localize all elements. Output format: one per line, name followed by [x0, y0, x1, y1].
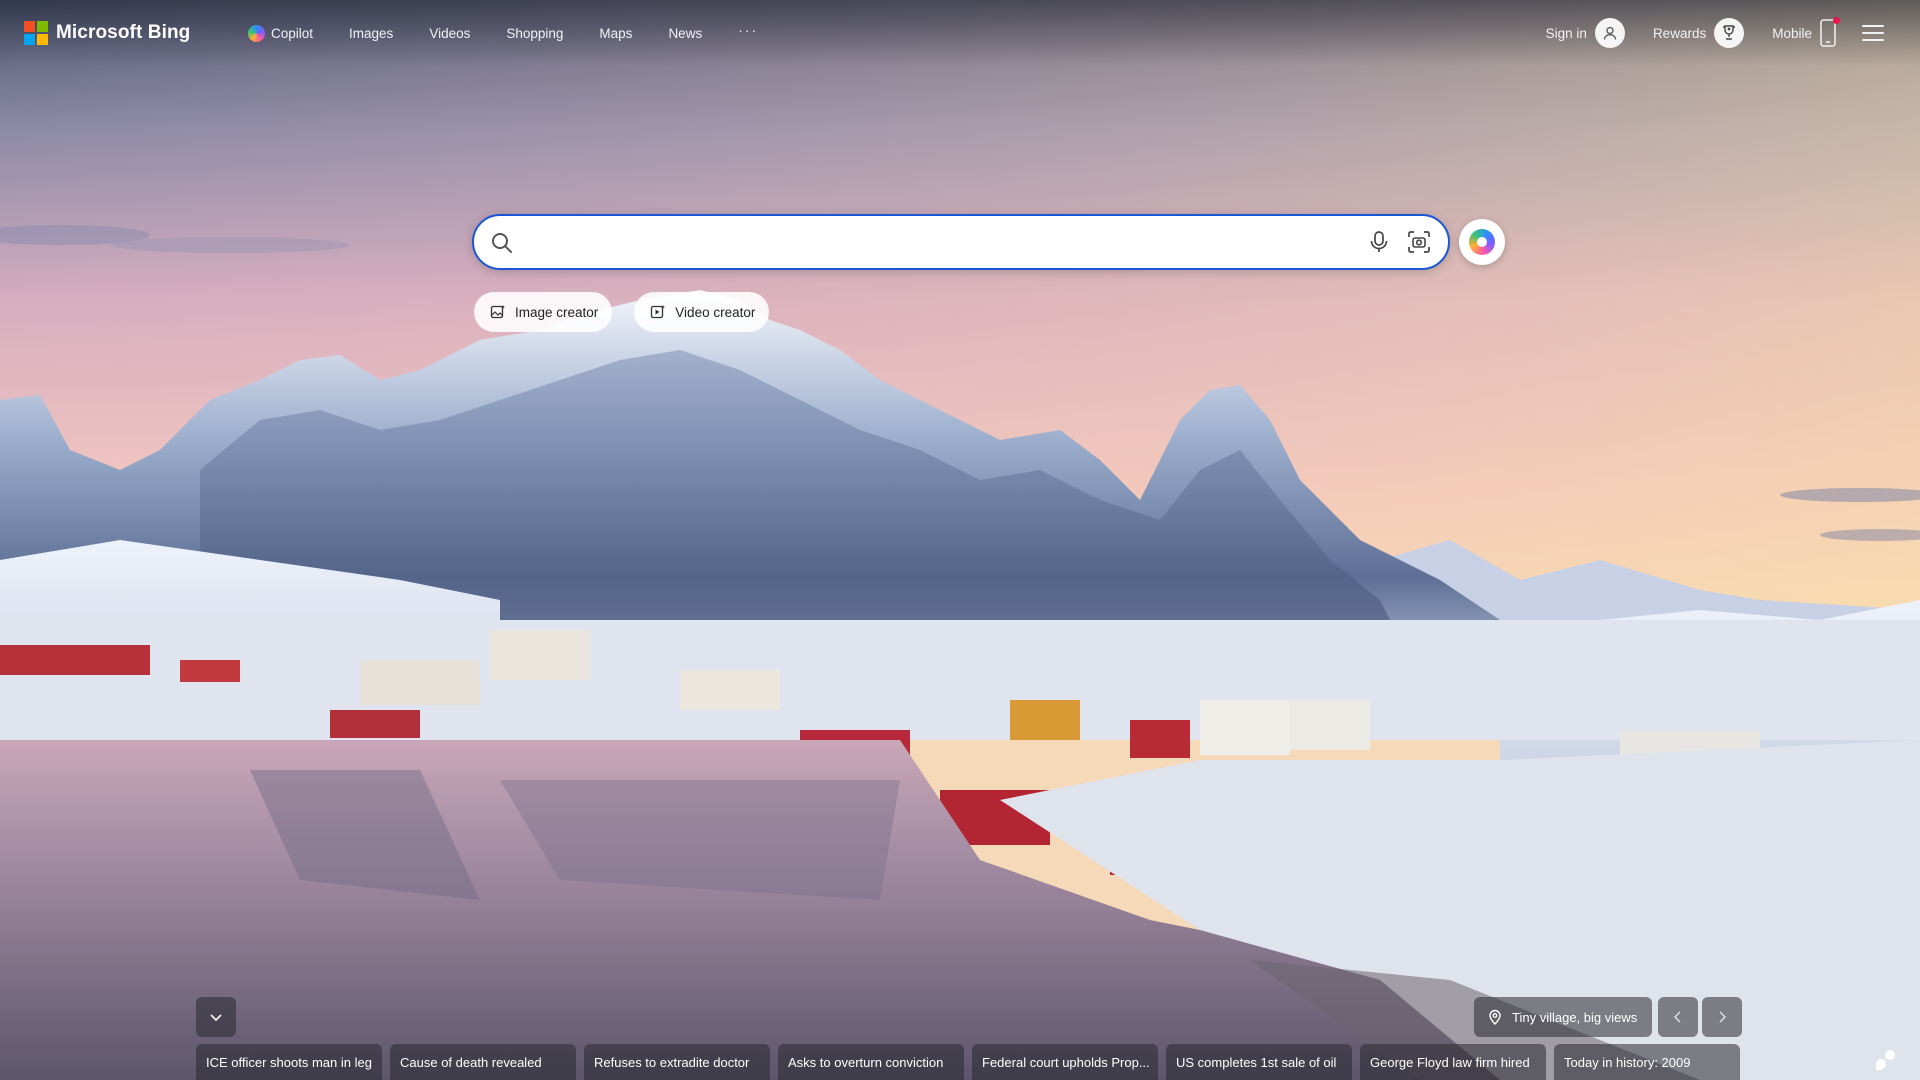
nav-images[interactable]: Images	[349, 22, 393, 44]
copilot-icon	[248, 24, 265, 42]
copilot-button[interactable]	[1459, 219, 1505, 265]
image-creator-icon	[490, 305, 505, 319]
nav-videos[interactable]: Videos	[429, 22, 470, 44]
logo-blue-square	[24, 34, 35, 45]
nav-shopping-label: Shopping	[506, 25, 564, 41]
user-avatar-icon	[1594, 18, 1625, 48]
logo-yellow-square	[37, 34, 48, 45]
microphone-icon[interactable]	[1366, 229, 1392, 255]
news-item[interactable]: Cause of death revealed	[390, 1044, 576, 1080]
menu-icon[interactable]	[1862, 25, 1884, 41]
rewards-trophy-icon	[1714, 18, 1745, 48]
news-strip: ICE officer shoots man in leg Cause of d…	[196, 1044, 1740, 1080]
sign-in-button[interactable]: Sign in	[1546, 18, 1625, 48]
video-creator-icon	[651, 305, 666, 319]
image-creator-button[interactable]: Image creator	[474, 292, 613, 332]
phone-icon	[1820, 17, 1840, 47]
nav-copilot-label: Copilot	[271, 25, 314, 41]
account-nav: Sign in Rewards Mobile	[1518, 16, 1884, 50]
top-bar: Microsoft Bing Copilot Images Videos Sho…	[0, 0, 1920, 66]
rewards-button[interactable]: Rewards	[1652, 18, 1745, 48]
mobile-button[interactable]: Mobile	[1772, 17, 1840, 47]
nav-maps-label: Maps	[599, 25, 633, 41]
expand-feed-button[interactable]	[196, 997, 236, 1037]
search-icon	[492, 233, 512, 253]
news-item[interactable]: Today in history: 2009	[1554, 1044, 1740, 1080]
news-item[interactable]: George Floyd law firm hired	[1360, 1044, 1546, 1080]
chevron-right-icon	[1719, 1011, 1727, 1023]
nav-videos-label: Videos	[429, 25, 471, 41]
news-item[interactable]: Asks to overturn conviction	[778, 1044, 964, 1080]
news-item[interactable]: US completes 1st sale of oil	[1166, 1044, 1352, 1080]
notification-dot	[1833, 17, 1840, 24]
main-nav: Copilot Images Videos Shopping Maps News…	[248, 22, 758, 44]
search-box[interactable]	[472, 214, 1450, 270]
nav-shopping[interactable]: Shopping	[506, 22, 563, 44]
image-info-button[interactable]: Tiny village, big views	[1474, 997, 1652, 1037]
chevron-left-icon	[1673, 1011, 1681, 1023]
logo-green-square	[37, 21, 48, 32]
logo-red-square	[24, 21, 35, 32]
creator-chips: Image creator Video creator	[474, 292, 770, 332]
copilot-logo-icon	[1469, 229, 1495, 255]
news-item[interactable]: Refuses to extradite doctor	[584, 1044, 770, 1080]
menu-icon-line-1	[1862, 25, 1884, 27]
brand-name: Microsoft Bing	[56, 22, 191, 43]
sign-in-label: Sign in	[1545, 25, 1587, 41]
menu-icon-line-3	[1862, 39, 1884, 41]
microsoft-logo-icon	[24, 21, 48, 45]
location-pin-icon	[1489, 1009, 1501, 1025]
nav-news-label: News	[668, 25, 703, 41]
chevron-down-icon	[210, 1014, 222, 1022]
video-creator-label: Video creator	[675, 304, 756, 320]
mobile-label: Mobile	[1772, 25, 1812, 41]
next-image-button[interactable]	[1702, 997, 1742, 1037]
rewards-label: Rewards	[1652, 25, 1707, 41]
previous-image-button[interactable]	[1658, 997, 1698, 1037]
menu-icon-line-2	[1862, 32, 1884, 34]
feedback-icon[interactable]	[1874, 1048, 1898, 1072]
search-input[interactable]	[528, 226, 1328, 258]
news-item[interactable]: ICE officer shoots man in leg	[196, 1044, 382, 1080]
image-creator-label: Image creator	[515, 304, 599, 320]
nav-maps[interactable]: Maps	[599, 22, 632, 44]
visual-search-icon[interactable]	[1406, 229, 1432, 255]
nav-news[interactable]: News	[668, 22, 702, 44]
news-item[interactable]: Federal court upholds Prop...	[972, 1044, 1158, 1080]
background-image	[0, 0, 1920, 1080]
nav-copilot[interactable]: Copilot	[248, 22, 313, 44]
video-creator-button[interactable]: Video creator	[634, 292, 770, 332]
nav-more-button[interactable]: ···	[738, 22, 758, 38]
image-location-title: Tiny village, big views	[1512, 1009, 1638, 1025]
bing-home-link[interactable]: Microsoft Bing	[24, 21, 190, 45]
nav-images-label: Images	[349, 25, 394, 41]
